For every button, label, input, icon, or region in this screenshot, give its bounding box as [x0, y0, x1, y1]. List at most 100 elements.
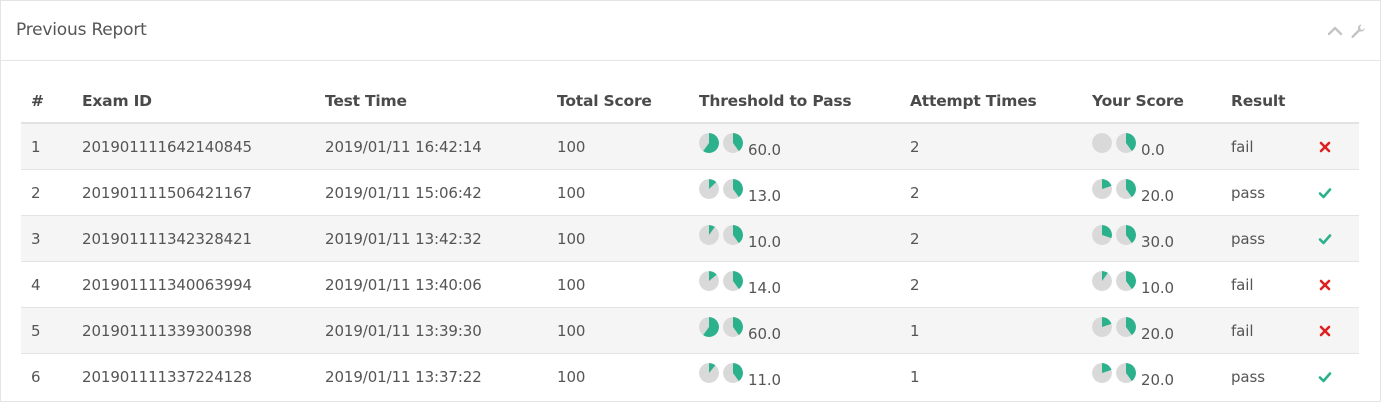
total-score-cell: 100	[557, 261, 699, 308]
pass-ratio-pie-chart	[723, 132, 743, 153]
threshold-value: 13.0	[748, 186, 781, 205]
your-score-cell: 30.0	[1092, 215, 1231, 262]
result-cell: pass	[1231, 169, 1318, 216]
your-score-value: 30.0	[1141, 232, 1174, 251]
exam-id-cell: 201901111340063994	[82, 261, 325, 308]
score-pie-chart	[1092, 316, 1112, 337]
threshold-value: 60.0	[748, 140, 781, 159]
your-score-cell: 0.0	[1092, 122, 1231, 170]
threshold-value: 14.0	[748, 278, 781, 297]
score-ratio-pie-chart	[1116, 270, 1136, 291]
col-header-test-time: Test Time	[325, 80, 557, 124]
report-table: # Exam ID Test Time Total Score Threshold to…	[21, 80, 1359, 399]
score-ratio-pie-chart	[1116, 224, 1136, 245]
test-time-cell: 2019/01/11 13:40:06	[325, 261, 557, 308]
table-row[interactable]: 5 201901111339300398 2019/01/11 13:39:30 10…	[21, 307, 1359, 354]
panel-tools	[1327, 23, 1366, 39]
your-score-value: 10.0	[1141, 278, 1174, 297]
result-cell: pass	[1231, 353, 1318, 399]
threshold-pie-group: 10.0	[699, 224, 781, 251]
your-score-cell: 20.0	[1092, 353, 1231, 399]
cross-icon	[1319, 325, 1331, 337]
total-score-cell: 100	[557, 307, 699, 354]
table-header-row: # Exam ID Test Time Total Score Threshold to…	[21, 80, 1359, 124]
score-ratio-pie-chart	[1116, 316, 1136, 337]
result-icon-cell	[1318, 215, 1359, 262]
table-row[interactable]: 3 201901111342328421 2019/01/11 13:42:32 10…	[21, 215, 1359, 262]
col-header-total-score: Total Score	[557, 80, 699, 124]
threshold-cell: 10.0	[699, 215, 910, 262]
checkmark-icon	[1318, 372, 1332, 383]
row-index: 3	[21, 215, 82, 262]
your-score-value: 20.0	[1141, 186, 1174, 205]
row-index: 2	[21, 169, 82, 216]
score-pie-group: 20.0	[1092, 316, 1174, 343]
result-cell: pass	[1231, 215, 1318, 262]
table-row[interactable]: 6 201901111337224128 2019/01/11 13:37:22 10…	[21, 353, 1359, 399]
table-row[interactable]: 1 201901111642140845 2019/01/11 16:42:14 10…	[21, 122, 1359, 170]
score-pie-chart	[1092, 178, 1112, 199]
pass-ratio-pie-chart	[723, 270, 743, 291]
exam-id-cell: 201901111339300398	[82, 307, 325, 354]
total-score-cell: 100	[557, 215, 699, 262]
your-score-cell: 10.0	[1092, 261, 1231, 308]
col-header-threshold: Threshold to Pass	[699, 80, 910, 124]
result-icon-cell	[1318, 122, 1359, 170]
result-icon-cell	[1318, 307, 1359, 354]
threshold-cell: 60.0	[699, 122, 910, 170]
attempts-cell: 2	[910, 261, 1092, 308]
threshold-pie-group: 14.0	[699, 270, 781, 297]
result-cell: fail	[1231, 261, 1318, 308]
col-header-exam-id: Exam ID	[82, 80, 325, 124]
exam-id-cell: 201901111642140845	[82, 122, 325, 170]
result-cell: fail	[1231, 122, 1318, 170]
exam-id-cell: 201901111337224128	[82, 353, 325, 399]
row-index: 6	[21, 353, 82, 399]
result-icon-cell	[1318, 353, 1359, 399]
table-row[interactable]: 4 201901111340063994 2019/01/11 13:40:06 10…	[21, 261, 1359, 308]
result-icon-cell	[1318, 169, 1359, 216]
pass-ratio-pie-chart	[723, 224, 743, 245]
threshold-pie-chart	[699, 270, 719, 291]
panel-title: Previous Report	[16, 20, 147, 40]
test-time-cell: 2019/01/11 15:06:42	[325, 169, 557, 216]
threshold-value: 11.0	[748, 370, 781, 389]
col-header-index: #	[21, 80, 82, 124]
col-header-result: Result	[1231, 80, 1318, 124]
chevron-up-icon[interactable]	[1327, 23, 1343, 39]
attempts-cell: 1	[910, 307, 1092, 354]
threshold-pie-group: 11.0	[699, 362, 781, 389]
threshold-pie-group: 13.0	[699, 178, 781, 205]
score-pie-chart	[1092, 270, 1112, 291]
table-row[interactable]: 2 201901111506421167 2019/01/11 15:06:42 10…	[21, 169, 1359, 216]
score-ratio-pie-chart	[1116, 178, 1136, 199]
threshold-pie-group: 60.0	[699, 316, 781, 343]
score-pie-chart	[1092, 224, 1112, 245]
attempts-cell: 2	[910, 122, 1092, 170]
pass-ratio-pie-chart	[723, 178, 743, 199]
panel-header: Previous Report	[1, 1, 1380, 61]
threshold-value: 60.0	[748, 324, 781, 343]
attempts-cell: 2	[910, 169, 1092, 216]
your-score-value: 20.0	[1141, 324, 1174, 343]
row-index: 1	[21, 122, 82, 170]
total-score-cell: 100	[557, 169, 699, 216]
score-pie-chart	[1092, 362, 1112, 383]
threshold-pie-chart	[699, 132, 719, 153]
score-pie-group: 0.0	[1092, 132, 1165, 159]
wrench-icon[interactable]	[1350, 23, 1366, 39]
total-score-cell: 100	[557, 353, 699, 399]
attempts-cell: 1	[910, 353, 1092, 399]
score-ratio-pie-chart	[1116, 362, 1136, 383]
threshold-cell: 14.0	[699, 261, 910, 308]
threshold-pie-group: 60.0	[699, 132, 781, 159]
result-cell: fail	[1231, 307, 1318, 354]
score-pie-group: 20.0	[1092, 362, 1174, 389]
col-header-result-icon	[1318, 80, 1359, 124]
threshold-value: 10.0	[748, 232, 781, 251]
exam-id-cell: 201901111342328421	[82, 215, 325, 262]
your-score-cell: 20.0	[1092, 307, 1231, 354]
score-pie-group: 20.0	[1092, 178, 1174, 205]
threshold-pie-chart	[699, 178, 719, 199]
threshold-cell: 11.0	[699, 353, 910, 399]
